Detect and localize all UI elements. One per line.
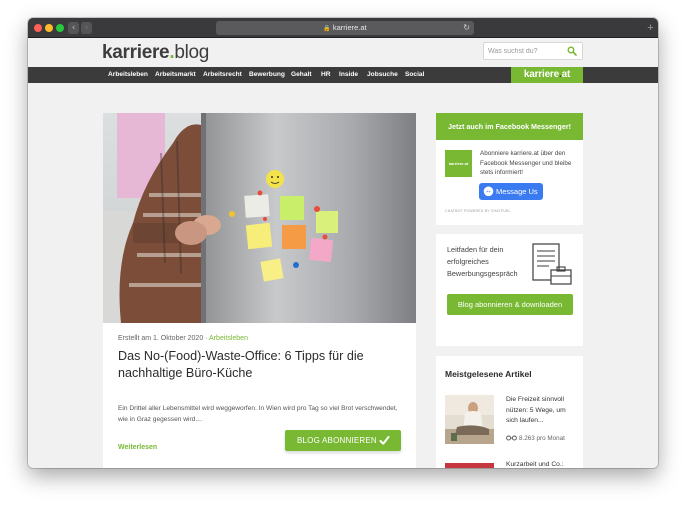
main-navigation: Arbeitsleben Arbeitsmarkt Arbeitsrecht B… xyxy=(28,67,658,83)
logo-suffix: blog xyxy=(174,42,210,63)
nav-item-bewerbung[interactable]: Bewerbung xyxy=(249,67,285,83)
close-window-button[interactable] xyxy=(34,24,42,32)
site-header: karriere.blog xyxy=(28,38,658,67)
url-text: karriere.at xyxy=(332,23,367,32)
nav-item-arbeitsrecht[interactable]: Arbeitsrecht xyxy=(203,67,242,83)
popular-article-title-2[interactable]: Kurzarbeit und Co.: xyxy=(506,461,581,468)
maximize-window-button[interactable] xyxy=(56,24,64,32)
reload-icon[interactable]: ↻ xyxy=(463,21,470,35)
popular-article-thumbnail[interactable] xyxy=(445,395,494,444)
karriere-at-link[interactable]: karriere.at xyxy=(511,67,583,83)
check-icon xyxy=(379,436,390,445)
new-tab-button[interactable]: + xyxy=(645,22,656,34)
read-more-link[interactable]: Weiterlesen xyxy=(118,444,157,451)
messenger-icon xyxy=(483,186,494,197)
article-title[interactable]: Das No-(Food)-Waste-Office: 6 Tipps für … xyxy=(118,348,403,382)
popular-articles-title: Meistgelesene Artikel xyxy=(445,369,532,379)
chatbot-powered-by: CHATBOT POWERED BY CHATFUEL xyxy=(445,209,511,213)
search-box xyxy=(483,42,583,60)
site-logo[interactable]: karriere.blog xyxy=(102,42,209,64)
subscribe-button-label: BLOG ABONNIEREN xyxy=(297,436,377,445)
nav-item-gehalt[interactable]: Gehalt xyxy=(291,67,312,83)
article-excerpt: Ein Drittel aller Lebensmittel wird wegg… xyxy=(118,405,398,423)
messenger-widget-text: Abonniere karriere.at über den Facebook … xyxy=(480,150,572,176)
popular-article-views: 8.263 pro Monat xyxy=(506,435,565,442)
forward-button[interactable]: › xyxy=(81,22,92,34)
glasses-icon xyxy=(506,435,517,441)
article-date: Erstellt am 1. Oktober 2020 · xyxy=(118,335,210,342)
message-us-label: Message Us xyxy=(496,187,538,196)
nav-item-social[interactable]: Social xyxy=(405,67,424,83)
nav-item-arbeitsleben[interactable]: Arbeitsleben xyxy=(108,67,148,83)
message-us-button[interactable]: Message Us xyxy=(479,183,543,200)
guide-text: Leitfaden für dein erfolgreiches Bewerbu… xyxy=(447,245,518,278)
nav-item-arbeitsmarkt[interactable]: Arbeitsmarkt xyxy=(155,67,196,83)
subscribe-blog-button[interactable]: BLOG ABONNIEREN xyxy=(285,430,401,451)
back-button[interactable]: ‹ xyxy=(68,22,79,34)
article-category-link[interactable]: Arbeitsleben xyxy=(209,335,248,342)
messenger-widget-header: Jetzt auch im Facebook Messenger! xyxy=(436,113,583,140)
browser-window: ‹ › 🔒karriere.at ↻ + karriere.blog Arbei… xyxy=(28,18,658,468)
search-icon[interactable] xyxy=(567,46,577,56)
brand-word: karriere xyxy=(523,69,559,80)
search-input[interactable] xyxy=(488,45,564,57)
logo-word: karriere xyxy=(102,42,170,63)
document-icon xyxy=(532,243,572,285)
article-meta: Erstellt am 1. Oktober 2020 · Arbeitsleb… xyxy=(118,335,248,342)
nav-item-hr[interactable]: HR xyxy=(321,67,331,83)
popular-article-thumbnail-2[interactable] xyxy=(445,463,494,468)
article-hero-image[interactable] xyxy=(103,113,416,323)
address-bar[interactable]: 🔒 karriere.at ↻ xyxy=(216,21,474,35)
popular-articles-widget: Meistgelesene Artikel Die Freizeit sinnv… xyxy=(436,356,583,468)
brand-suffix: at xyxy=(561,69,571,80)
facebook-messenger-widget: Jetzt auch im Facebook Messenger! karrie… xyxy=(436,113,583,225)
karriere-avatar: karriere.at xyxy=(445,150,472,177)
browser-titlebar: ‹ › 🔒 karriere.at ↻ + xyxy=(28,18,658,38)
nav-item-jobsuche[interactable]: Jobsuche xyxy=(367,67,398,83)
popular-article-title[interactable]: Die Freizeit sinnvoll nützen: 5 Wege, um… xyxy=(506,395,576,427)
article-card: Erstellt am 1. Oktober 2020 · Arbeitsleb… xyxy=(103,113,416,468)
lock-icon: 🔒 xyxy=(323,26,331,32)
nav-item-inside[interactable]: Inside xyxy=(339,67,358,83)
interview-guide-widget: Leitfaden für dein erfolgreiches Bewerbu… xyxy=(436,234,583,346)
minimize-window-button[interactable] xyxy=(45,24,53,32)
popular-article-views-value: 8.263 pro Monat xyxy=(519,435,565,442)
guide-download-button[interactable]: Blog abonnieren & downloaden xyxy=(447,294,573,315)
page-viewport: karriere.blog Arbeitsleben Arbeitsmarkt … xyxy=(28,38,658,468)
